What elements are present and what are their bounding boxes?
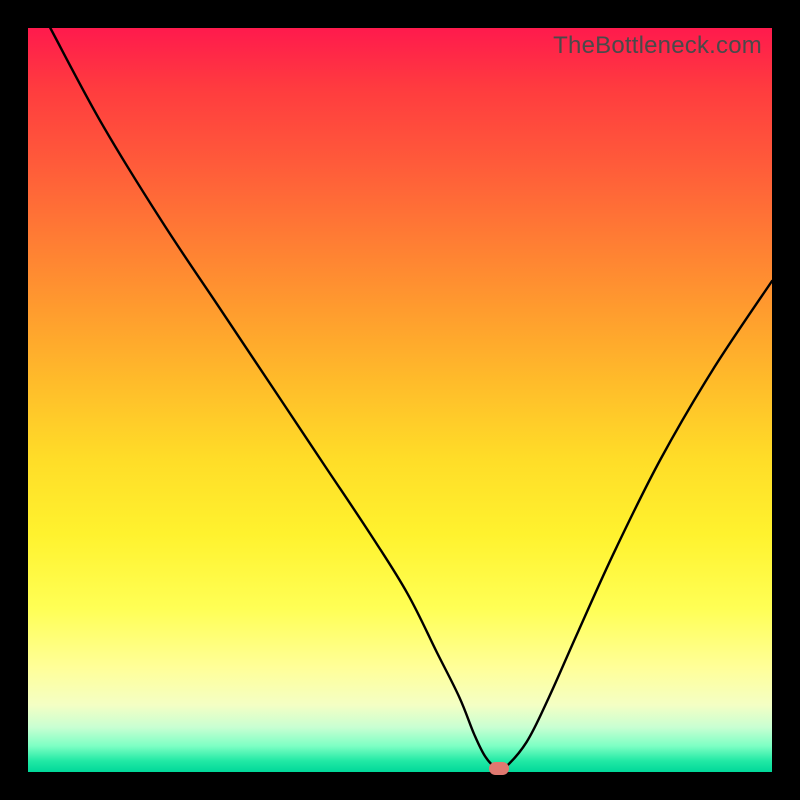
watermark-text: TheBottleneck.com [553,32,762,60]
chart-frame: TheBottleneck.com [0,0,800,800]
optimal-point-marker [489,762,510,775]
bottleneck-curve [28,28,772,772]
plot-area: TheBottleneck.com [28,28,772,772]
